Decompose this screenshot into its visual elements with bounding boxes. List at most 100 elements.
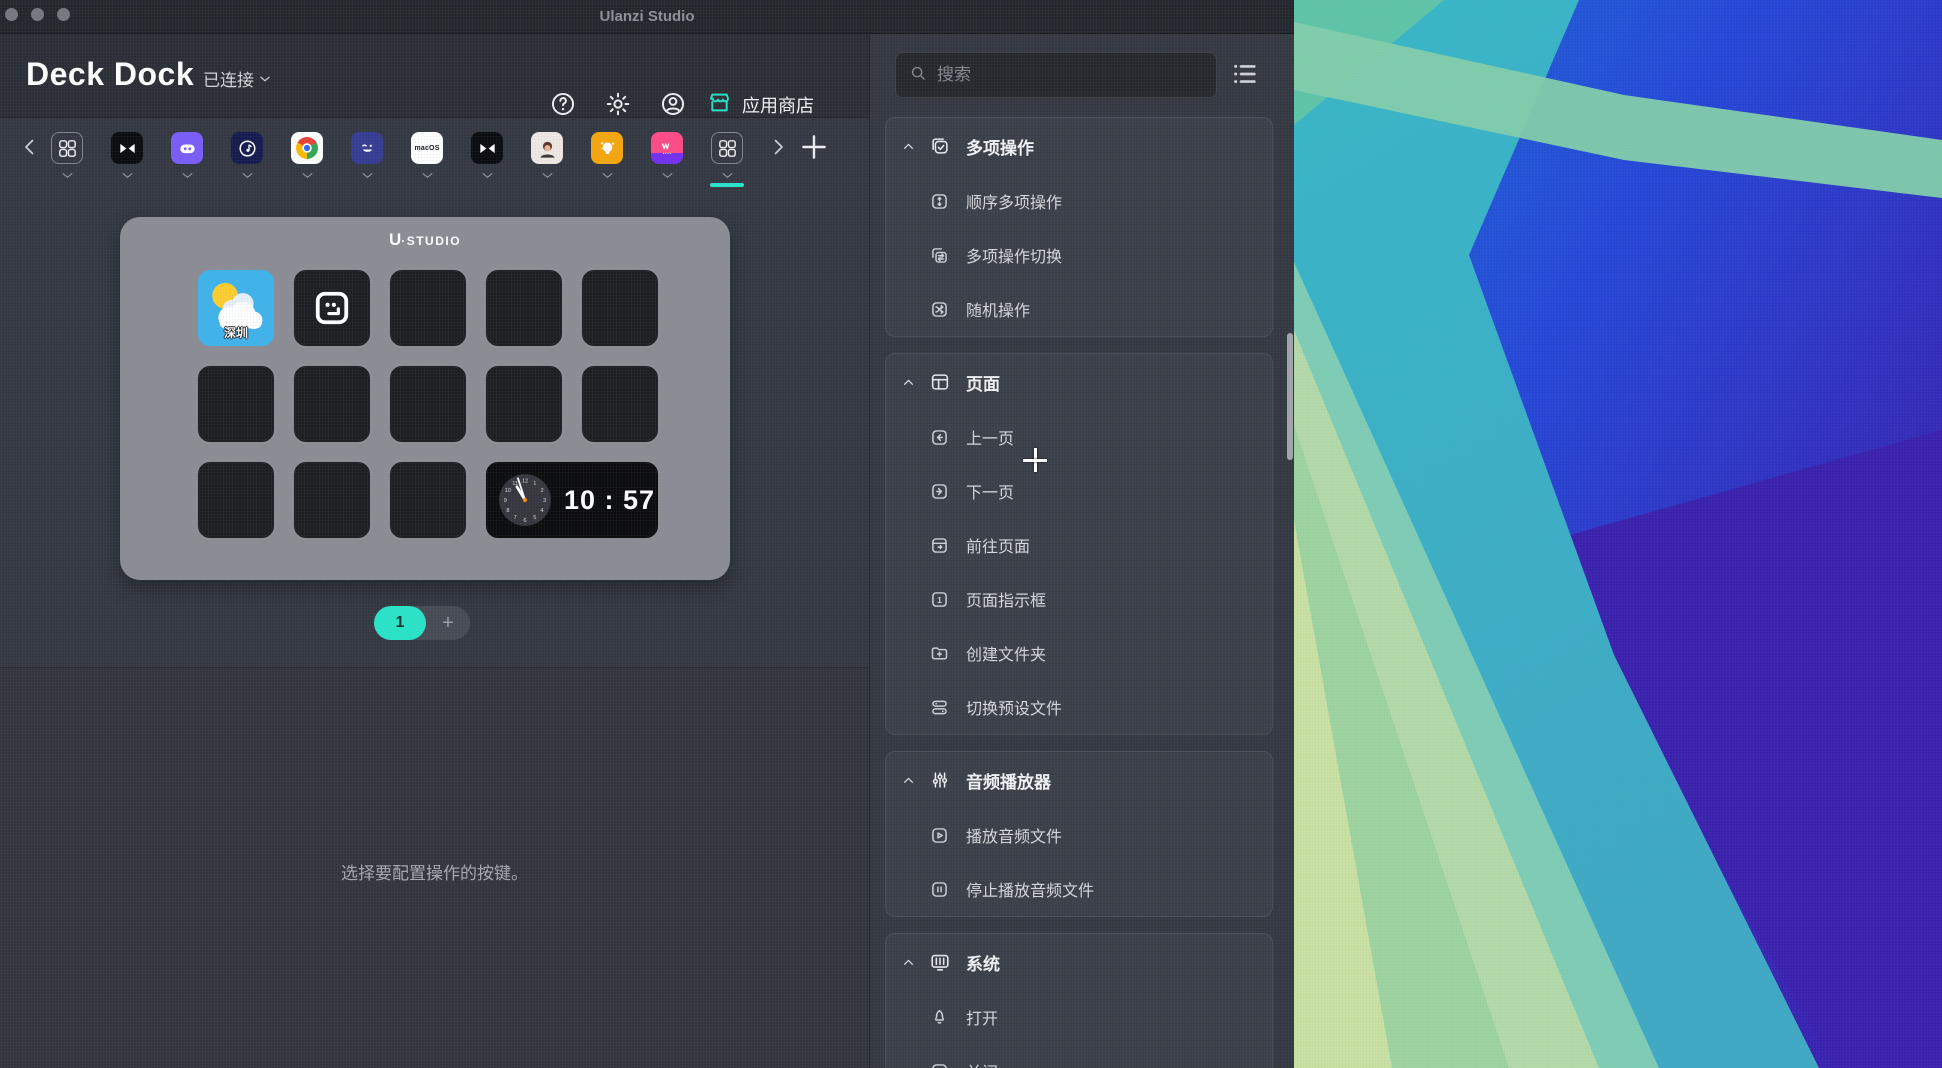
action-item[interactable]: 切换预设文件	[886, 680, 1272, 734]
action-item[interactable]: 前往页面	[886, 518, 1272, 572]
chevron-down-icon	[120, 168, 135, 183]
section-title: 页面	[966, 370, 1000, 395]
goto-page-icon	[929, 535, 950, 556]
analog-clock-icon: 123456789101112	[496, 471, 554, 529]
multi-switch-icon	[929, 245, 950, 266]
chevron-down-icon	[360, 168, 375, 183]
action-item[interactable]: 下一页	[886, 464, 1272, 518]
next-page-icon	[929, 481, 950, 502]
profile-item-capcut[interactable]	[111, 132, 143, 179]
deck-key-empty[interactable]	[486, 270, 562, 346]
deck-key-empty[interactable]	[294, 366, 370, 442]
deck-key-weather[interactable]: 深圳	[198, 270, 274, 346]
account-button[interactable]	[659, 90, 687, 118]
open-icon	[929, 1007, 950, 1028]
action-item-label: 切换预设文件	[966, 695, 1062, 719]
svg-text:9: 9	[504, 498, 507, 504]
audio-player-icon	[929, 769, 951, 791]
app-store-label: 应用商店	[742, 92, 814, 118]
list-icon	[1229, 58, 1261, 90]
deck-key-empty[interactable]	[198, 462, 274, 538]
chevron-right-icon	[766, 135, 790, 159]
action-item[interactable]: 1页面指示框	[886, 572, 1272, 626]
svg-text:7: 7	[514, 515, 517, 521]
digital-time-label: 10 : 57	[564, 485, 655, 516]
action-item[interactable]: 随机操作	[886, 282, 1272, 336]
action-section-card: 系统打开关闭	[885, 933, 1273, 1068]
profile-item-capcut[interactable]	[471, 132, 503, 179]
deck-key-clock[interactable]: 123456789101112 10 : 57	[486, 462, 658, 538]
list-view-button[interactable]	[1229, 58, 1261, 90]
section-title: 多项操作	[966, 134, 1034, 159]
deck-key-empty[interactable]	[390, 270, 466, 346]
chevron-left-icon	[18, 135, 42, 159]
help-icon	[549, 90, 577, 118]
page-1-button[interactable]: 1	[374, 606, 426, 640]
chevron-down-icon	[300, 168, 315, 183]
svg-text:1: 1	[937, 594, 942, 604]
scroll-profiles-left-button[interactable]	[18, 135, 42, 159]
deck-key-empty[interactable]	[198, 366, 274, 442]
profile-row: macOS	[0, 118, 869, 205]
deck-key-empty[interactable]	[582, 366, 658, 442]
profile-item-avatar[interactable]	[531, 132, 563, 179]
help-button[interactable]	[549, 90, 577, 118]
deck-key-empty[interactable]	[390, 366, 466, 442]
chevron-down-icon	[480, 168, 495, 183]
profile-item-music[interactable]	[231, 132, 263, 179]
profile-item-bulb[interactable]	[591, 132, 623, 179]
profile-item-macos[interactable]: macOS	[411, 132, 443, 179]
action-item[interactable]: 多项操作切换	[886, 228, 1272, 282]
macos-profile-label: macOS	[414, 145, 439, 152]
connection-status-dropdown[interactable]: 已连接	[203, 66, 272, 91]
action-item[interactable]: 播放音频文件	[886, 808, 1272, 862]
action-item-label: 创建文件夹	[966, 641, 1046, 665]
deck-key-empty[interactable]	[582, 270, 658, 346]
add-page-button[interactable]: +	[426, 606, 470, 640]
chevron-down-icon	[180, 168, 195, 183]
action-section-card: 音频播放器播放音频文件停止播放音频文件	[885, 751, 1273, 917]
profile-item-ksong[interactable]	[651, 132, 683, 179]
scroll-profiles-right-button[interactable]	[766, 135, 790, 159]
deck-device-preview: U·STUDIO 深圳12345678910111210 : 57	[120, 217, 730, 580]
section-header[interactable]: 音频播放器	[886, 752, 1272, 808]
action-item-label: 顺序多项操作	[966, 189, 1062, 213]
add-profile-button[interactable]	[797, 130, 831, 164]
profile-item-chrome[interactable]	[291, 132, 323, 179]
switch-preset-icon	[929, 697, 950, 718]
section-header[interactable]: 系统	[886, 934, 1272, 990]
account-icon	[659, 90, 687, 118]
settings-button[interactable]	[604, 90, 632, 118]
action-item[interactable]: 上一页	[886, 410, 1272, 464]
action-item[interactable]: 顺序多项操作	[886, 174, 1272, 228]
desktop-wallpaper	[1294, 0, 1942, 1068]
panel-scrollbar[interactable]	[1287, 333, 1293, 460]
action-item[interactable]: 打开	[886, 990, 1272, 1044]
section-header[interactable]: 多项操作	[886, 118, 1272, 174]
chevron-down-icon	[258, 72, 272, 86]
action-item-label: 前往页面	[966, 533, 1030, 557]
search-input[interactable]	[937, 65, 1204, 85]
profile-item-robot[interactable]	[171, 132, 203, 179]
action-item[interactable]: 创建文件夹	[886, 626, 1272, 680]
deck-key-empty[interactable]	[294, 462, 370, 538]
deck-key-empty[interactable]	[390, 462, 466, 538]
deck-key-frame[interactable]	[294, 270, 370, 346]
app-window: Ulanzi Studio Deck Dock 已连接 应用商店 macOS	[0, 0, 1294, 1068]
screen: Ulanzi Studio Deck Dock 已连接 应用商店 macOS	[0, 0, 1942, 1068]
frame-key-icon	[313, 289, 351, 327]
app-store-button[interactable]: 应用商店	[706, 90, 814, 120]
weather-city-label: 深圳	[198, 324, 274, 341]
action-item[interactable]: 停止播放音频文件	[886, 862, 1272, 916]
section-header[interactable]: 页面	[886, 354, 1272, 410]
profile-item-wink-emoji[interactable]	[351, 132, 383, 179]
random-icon	[929, 299, 950, 320]
deck-key-empty[interactable]	[486, 366, 562, 442]
profile-item-grid[interactable]	[711, 132, 743, 179]
create-folder-icon	[929, 643, 950, 664]
action-item[interactable]: 关闭	[886, 1044, 1272, 1068]
profile-item-grid[interactable]	[51, 132, 83, 179]
chevron-down-icon	[720, 168, 735, 183]
action-item-label: 停止播放音频文件	[966, 877, 1094, 901]
chevron-down-icon	[60, 168, 75, 183]
